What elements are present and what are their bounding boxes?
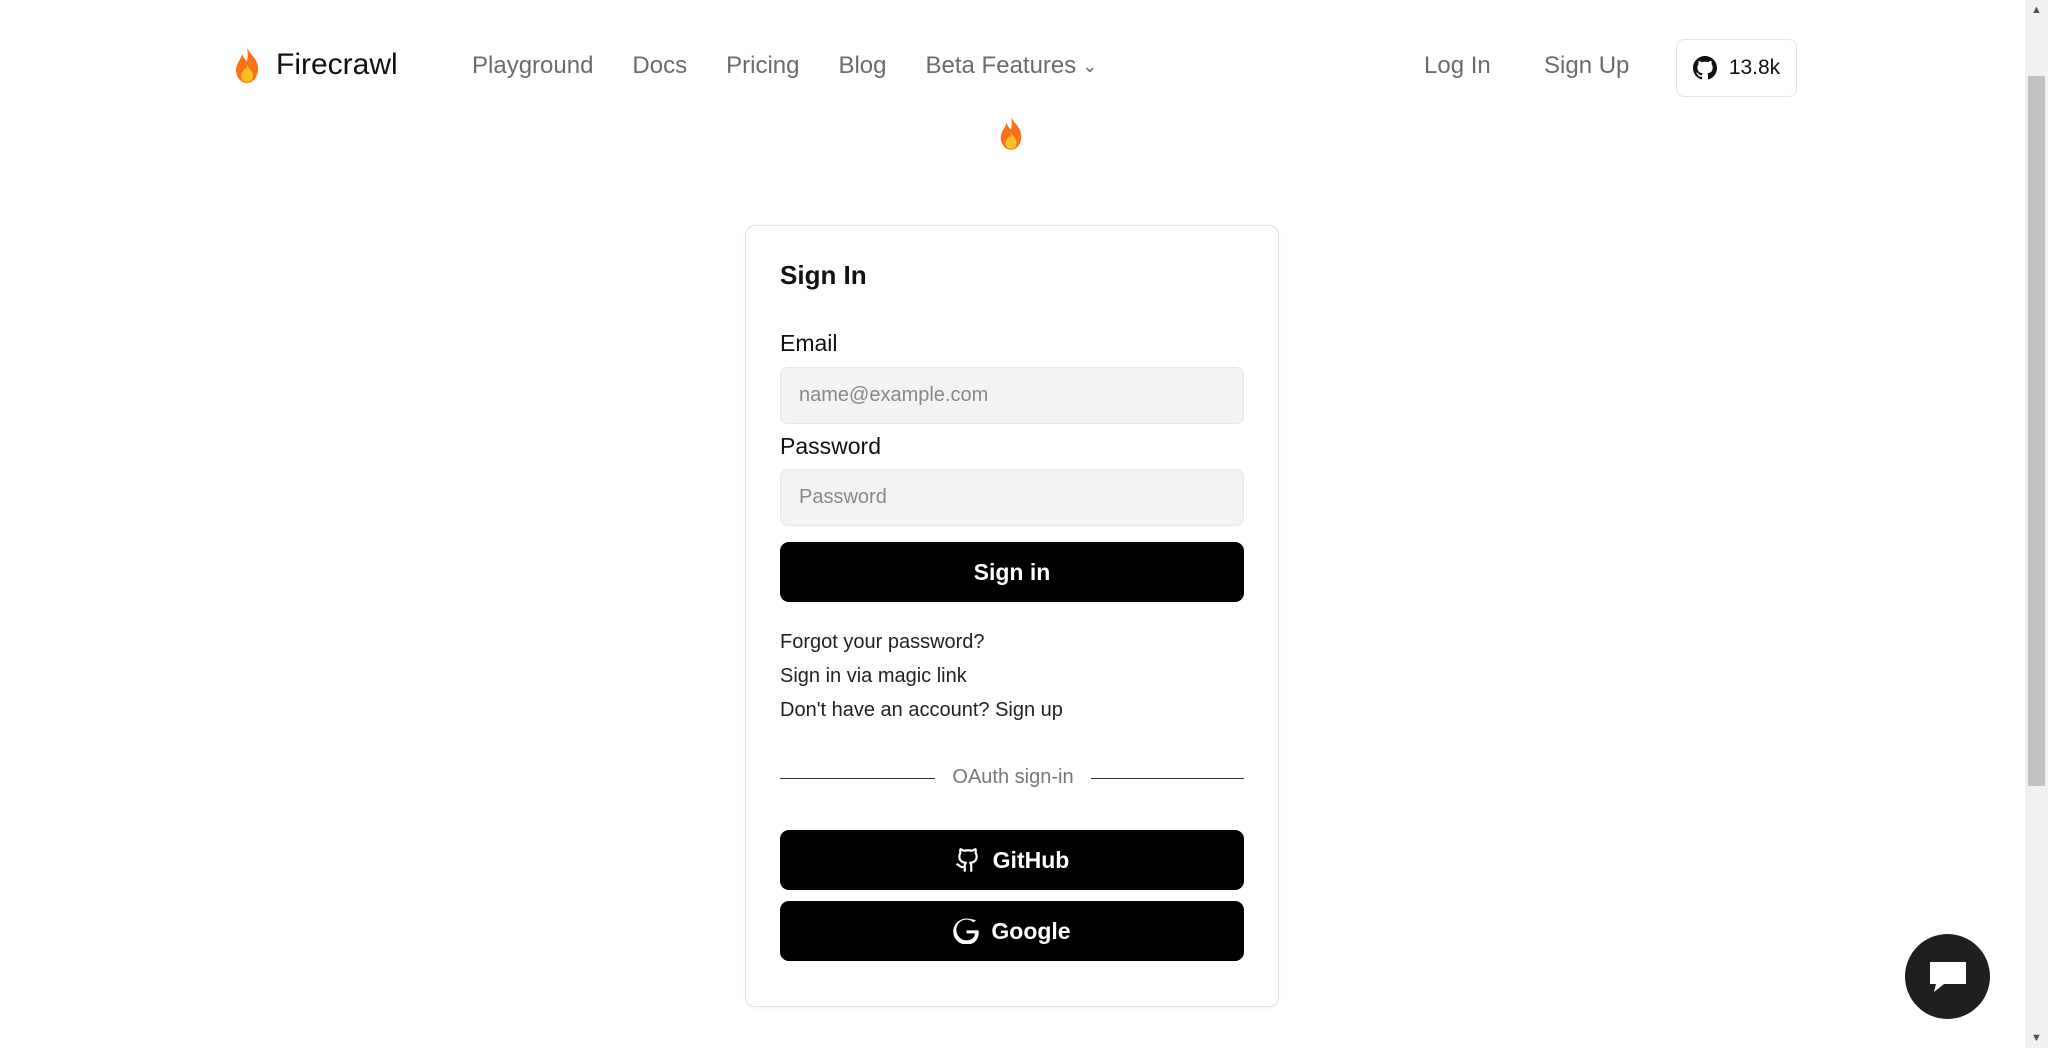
magic-link-signin[interactable]: Sign in via magic link (780, 665, 967, 688)
signup-prompt-link[interactable]: Don't have an account? Sign up (780, 699, 1063, 722)
nav-docs[interactable]: Docs (632, 52, 687, 80)
github-signin-button[interactable]: GitHub (780, 830, 1244, 890)
nav-blog[interactable]: Blog (838, 52, 886, 80)
forgot-password-link[interactable]: Forgot your password? (780, 631, 985, 654)
chevron-down-icon: ⌄ (1082, 55, 1098, 76)
nav-playground[interactable]: Playground (472, 52, 593, 80)
google-signin-button[interactable]: Google (780, 901, 1244, 961)
scroll-up-arrow-icon[interactable]: ▲ (2025, 0, 2048, 20)
flame-icon (236, 47, 258, 83)
flame-icon (1000, 116, 1022, 150)
main-nav: Playground Docs Pricing Blog Beta Featur… (472, 52, 1136, 80)
password-field[interactable] (780, 469, 1244, 526)
nav-pricing[interactable]: Pricing (726, 52, 799, 80)
github-icon (1692, 56, 1717, 80)
scroll-down-arrow-icon[interactable]: ▼ (2025, 1028, 2048, 1048)
github-star-count: 13.8k (1728, 56, 1781, 79)
login-link[interactable]: Log In (1424, 52, 1491, 80)
brand-name: Firecrawl (276, 48, 398, 81)
password-label: Password (780, 433, 881, 459)
divider-right (1091, 778, 1244, 779)
brand-logo[interactable]: Firecrawl (232, 46, 398, 84)
signin-card: Sign In Email Password Sign in Forgot yo… (745, 225, 1279, 1007)
github-button-label: GitHub (992, 846, 1070, 873)
nav-beta-features-label: Beta Features (925, 52, 1077, 79)
chat-icon (1929, 961, 1966, 992)
email-field[interactable] (780, 367, 1244, 424)
nav-beta-features[interactable]: Beta Features ⌄ (926, 52, 1098, 80)
scroll-thumb[interactable] (2028, 76, 2045, 786)
card-title: Sign In (780, 260, 867, 290)
signup-link[interactable]: Sign Up (1544, 52, 1629, 80)
google-button-label: Google (991, 917, 1071, 944)
email-label: Email (780, 330, 838, 356)
github-icon (955, 848, 978, 872)
chat-widget-button[interactable] (1905, 934, 1990, 1019)
google-icon (953, 918, 980, 944)
signin-button[interactable]: Sign in (780, 542, 1244, 602)
vertical-scrollbar[interactable]: ▲ ▼ (2025, 0, 2048, 1048)
page: Firecrawl Playground Docs Pricing Blog B… (0, 0, 2048, 1048)
github-stars-button[interactable]: 13.8k (1676, 39, 1797, 97)
